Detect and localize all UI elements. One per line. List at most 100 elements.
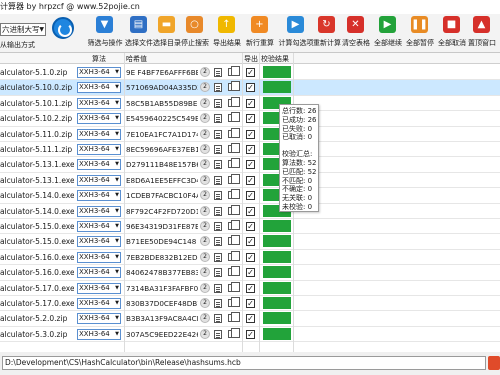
details-icon[interactable] [214, 283, 222, 293]
export-checkbox[interactable]: ✓ [246, 237, 255, 247]
copy-icon[interactable] [228, 81, 240, 92]
details-icon[interactable] [214, 83, 222, 93]
export-checkbox[interactable]: ✓ [246, 329, 255, 339]
export-checkbox[interactable]: ✓ [246, 191, 255, 201]
match-count-badge[interactable]: 2 [200, 267, 210, 278]
copy-icon[interactable] [228, 266, 240, 277]
details-icon[interactable] [214, 191, 222, 201]
algorithm-select[interactable]: XXH3-64 ▼ [77, 82, 121, 94]
match-count-badge[interactable]: 2 [200, 190, 210, 201]
table-row[interactable]: alculator-5.16.0.exe.zip XXH3-64 ▼ 84062478… [0, 265, 500, 281]
copy-icon[interactable] [228, 143, 240, 153]
header-hash[interactable]: 哈希值 [126, 54, 147, 64]
algorithm-select[interactable]: XXH3-64 ▼ [77, 67, 121, 78]
table-row[interactable]: alculator-5.10.2.zip XXH3-64 ▼ E5459640225C… [0, 111, 500, 127]
details-icon[interactable] [214, 68, 222, 77]
table-row[interactable]: alculator-5.2.0.zip XXH3-64 ▼ B3B3A13F9AC8A… [0, 311, 500, 327]
algorithm-select[interactable]: XXH3-64 ▼ [77, 328, 121, 340]
match-count-badge[interactable]: 2 [200, 113, 210, 124]
details-icon[interactable] [214, 268, 222, 278]
header-result[interactable]: 校验结果 [261, 54, 289, 64]
pin-window-button[interactable]: ▲ 置顶窗口 [467, 16, 497, 52]
copy-icon[interactable] [228, 281, 240, 292]
algorithm-select[interactable]: XXH3-64 ▼ [77, 205, 121, 217]
algorithm-select[interactable]: XXH3-64 ▼ [77, 267, 121, 279]
export-checkbox[interactable]: ✓ [246, 268, 255, 278]
export-checkbox[interactable]: ✓ [246, 145, 255, 154]
algorithm-select[interactable]: XXH3-64 ▼ [77, 221, 121, 232]
table-row[interactable]: alculator-5.15.0.exe.zip XXH3-64 ▼ B71EE50D… [0, 234, 500, 250]
details-icon[interactable] [214, 129, 222, 139]
copy-icon[interactable] [228, 189, 240, 200]
export-checkbox[interactable]: ✓ [246, 129, 255, 139]
details-icon[interactable] [214, 314, 222, 324]
export-checkbox[interactable]: ✓ [246, 175, 255, 185]
details-icon[interactable] [214, 160, 222, 170]
export-checkbox[interactable]: ✓ [246, 299, 255, 308]
details-icon[interactable] [214, 252, 222, 262]
match-count-badge[interactable]: 2 [200, 82, 210, 93]
add-row-button[interactable]: + 新行重算 [245, 16, 275, 52]
algorithm-select[interactable]: XXH3-64 ▼ [77, 174, 121, 186]
table-row[interactable]: alculator-5.1.0.zip XXH3-64 ▼ 9E F4BF7E6AFF… [0, 65, 500, 81]
copy-icon[interactable] [228, 235, 240, 246]
table-row[interactable]: alculator-5.14.0.exe XXH3-64 ▼ 1CDEB7FACBC1… [0, 188, 500, 204]
match-count-badge[interactable]: 2 [200, 328, 210, 339]
copy-icon[interactable] [228, 127, 240, 138]
table-row[interactable]: alculator-5.3.0.zip XXH3-64 ▼ 307A5C9EED22E… [0, 327, 500, 343]
details-icon[interactable] [214, 299, 222, 308]
export-checkbox[interactable]: ✓ [246, 314, 255, 324]
details-icon[interactable] [214, 145, 222, 154]
details-icon[interactable] [214, 175, 222, 185]
algorithm-select[interactable]: XXH3-64 ▼ [77, 113, 121, 125]
algorithm-select[interactable]: XXH3-64 ▼ [77, 313, 121, 325]
algorithm-select[interactable]: XXH3-64 ▼ [77, 159, 121, 171]
export-checkbox[interactable]: ✓ [246, 98, 255, 108]
path-button[interactable] [488, 356, 500, 370]
algorithm-select[interactable]: XXH3-64 ▼ [77, 128, 121, 140]
table-row[interactable]: alculator-5.16.0.exe XXH3-64 ▼ 7EB2BDE832B1… [0, 250, 500, 266]
export-checkbox[interactable]: ✓ [246, 222, 255, 231]
table-row[interactable]: alculator-5.17.0.exe XXH3-64 ▼ 7314BA31F3FA… [0, 281, 500, 296]
match-count-badge[interactable]: 2 [200, 205, 210, 216]
copy-icon[interactable] [228, 220, 240, 230]
details-icon[interactable] [214, 237, 222, 247]
copy-icon[interactable] [228, 158, 240, 169]
refresh-icon[interactable] [52, 17, 74, 39]
table-row[interactable]: alculator-5.10.1.zip XXH3-64 ▼ 58C5B1AB55D8… [0, 96, 500, 112]
match-count-badge[interactable]: 2 [200, 144, 210, 154]
details-icon[interactable] [214, 329, 222, 339]
copy-icon[interactable] [228, 327, 240, 338]
header-export[interactable]: 导出 [244, 54, 258, 64]
details-icon[interactable] [214, 222, 222, 231]
table-row[interactable]: alculator-5.17.0.exe.zip XXH3-64 ▼ 830B37D0… [0, 296, 500, 312]
table-row[interactable]: alculator-5.11.0.zip XXH3-64 ▼ 7E10EA1FC7A1… [0, 127, 500, 142]
export-checkbox[interactable]: ✓ [246, 83, 255, 93]
algorithm-select[interactable]: XXH3-64 ▼ [77, 97, 121, 109]
copy-icon[interactable] [228, 312, 240, 323]
table-row[interactable]: alculator-5.13.1.exe XXH3-64 ▼ D279111B48E1… [0, 157, 500, 173]
match-count-badge[interactable]: 2 [200, 128, 210, 139]
match-count-badge[interactable]: 2 [200, 67, 210, 77]
details-icon[interactable] [214, 98, 222, 108]
match-count-badge[interactable]: 2 [200, 159, 210, 170]
algorithm-select[interactable]: XXH3-64 ▼ [77, 236, 121, 248]
export-checkbox[interactable]: ✓ [246, 252, 255, 262]
algorithm-select[interactable]: XXH3-64 ▼ [77, 282, 121, 294]
copy-icon[interactable] [228, 96, 240, 107]
export-checkbox[interactable]: ✓ [246, 114, 255, 124]
algorithm-select[interactable]: XXH3-64 ▼ [77, 144, 121, 155]
copy-icon[interactable] [228, 66, 240, 76]
table-row[interactable]: alculator-5.15.0.exe XXH3-64 ▼ 96E34319D31F… [0, 219, 500, 235]
match-count-badge[interactable]: 2 [200, 97, 210, 108]
copy-icon[interactable] [228, 250, 240, 261]
copy-icon[interactable] [228, 173, 240, 184]
export-checkbox[interactable]: ✓ [246, 68, 255, 77]
copy-icon[interactable] [228, 112, 240, 123]
path-field[interactable]: D:\Development\CS\HashCalculator\bin\Rel… [2, 356, 486, 370]
copy-icon[interactable] [228, 297, 240, 307]
table-row[interactable]: alculator-5.13.1.exe.zip XXH3-64 ▼ E8D6A1EE… [0, 173, 500, 189]
table-row[interactable]: alculator-5.11.1.zip XXH3-64 ▼ 8EC59696AFE3… [0, 142, 500, 158]
match-count-badge[interactable]: 2 [200, 221, 210, 231]
algorithm-select[interactable]: XXH3-64 ▼ [77, 251, 121, 263]
